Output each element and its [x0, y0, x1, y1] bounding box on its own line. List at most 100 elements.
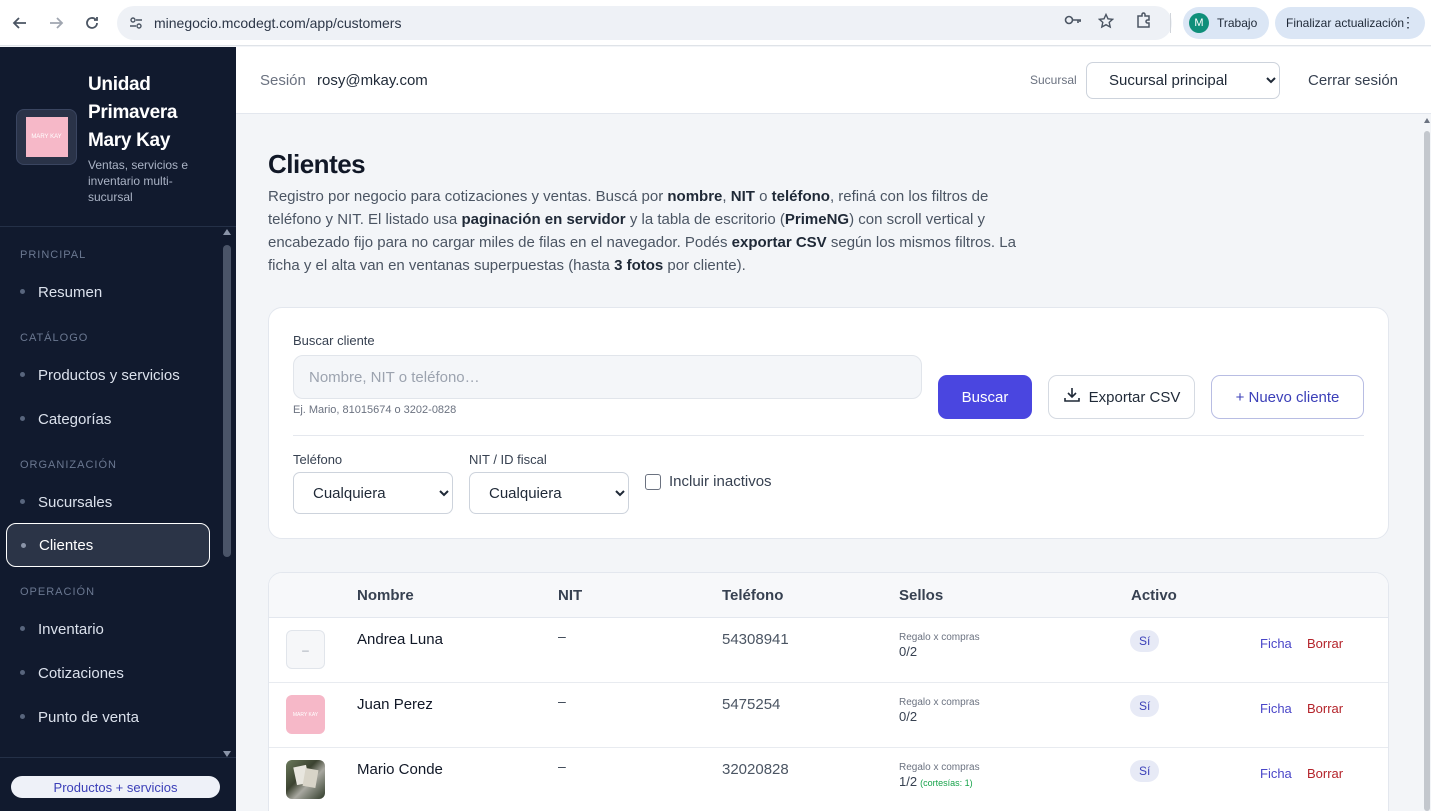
desc-text: , [722, 188, 731, 205]
page-title: Clientes [268, 149, 366, 179]
profile-button[interactable]: M Trabajo [1183, 7, 1270, 39]
photo-detail [302, 768, 319, 788]
sidebar-item-sucursales[interactable]: Sucursales [6, 480, 210, 524]
session-label: Sesión [260, 72, 306, 89]
divider [293, 435, 1364, 436]
export-label: Exportar CSV [1088, 388, 1181, 406]
search-label: Buscar cliente [293, 333, 375, 348]
bullet-icon [20, 499, 25, 504]
address-bar[interactable]: minegocio.mcodegt.com/app/customers [117, 6, 1172, 40]
sidebar-item-clientes[interactable]: Clientes [6, 523, 210, 567]
branch-select[interactable]: Sucursal principal [1086, 62, 1280, 99]
sidebar-item-inventario[interactable]: Inventario [6, 607, 210, 651]
new-customer-button[interactable]: + Nuevo cliente [1211, 375, 1364, 419]
scroll-up-icon[interactable] [223, 229, 231, 235]
search-input[interactable] [293, 355, 922, 399]
export-csv-button[interactable]: Exportar CSV [1048, 375, 1195, 419]
section-operacion: OPERACIÓN [20, 586, 96, 598]
customer-nit: – [558, 693, 566, 709]
view-link[interactable]: Ficha [1260, 766, 1292, 781]
filter-card: Buscar cliente Ej. Mario, 81015674 o 320… [268, 307, 1389, 539]
column-header[interactable]: Teléfono [722, 587, 783, 604]
logout-link[interactable]: Cerrar sesión [1308, 72, 1398, 89]
include-inactive-checkbox[interactable] [645, 473, 661, 490]
active-badge: Sí [1130, 760, 1160, 782]
star-icon[interactable] [1097, 12, 1115, 34]
sidebar-item-resumen[interactable]: Resumen [6, 270, 210, 314]
url-text[interactable]: minegocio.mcodegt.com/app/customers [154, 15, 401, 31]
desc-bold: nombre [667, 188, 723, 205]
search-button[interactable]: Buscar [938, 375, 1032, 419]
more-vert-icon[interactable]: ⋮ [1401, 14, 1415, 31]
brand-logo: MARY KAY [16, 109, 77, 165]
page-scrollbar[interactable] [1423, 115, 1431, 811]
branch-label: Sucursal [1030, 73, 1077, 87]
view-link[interactable]: Ficha [1260, 636, 1292, 651]
sidebar-item-label: Sucursales [38, 493, 113, 511]
update-button[interactable]: Finalizar actualización ⋮ [1275, 7, 1425, 39]
stamps-count: 0/2 [899, 644, 918, 659]
table-row[interactable]: Mario Conde – 32020828 Regalo x compras … [269, 748, 1388, 811]
desc-text: y la tabla de escritorio ( [625, 211, 785, 228]
scroll-up-icon[interactable] [1424, 118, 1430, 123]
sidebar: MARY KAY Unidad Primavera Mary Kay Venta… [0, 47, 236, 811]
brand-block: MARY KAY Unidad Primavera Mary Kay Venta… [0, 47, 236, 227]
sidebar-item-categorias[interactable]: Categorías [6, 397, 210, 441]
delete-link[interactable]: Borrar [1307, 701, 1343, 716]
column-header[interactable]: NIT [558, 587, 582, 604]
toolbar-divider [1170, 13, 1171, 33]
customer-photo-placeholder: – [286, 630, 325, 669]
desc-bold: 3 fotos [614, 257, 664, 274]
include-inactive-toggle[interactable]: Incluir inactivos [645, 473, 772, 490]
scrollbar-thumb[interactable] [223, 245, 231, 557]
table-row[interactable]: – Andrea Luna – 54308941 Regalo x compra… [269, 618, 1388, 683]
include-inactive-label: Incluir inactivos [669, 473, 772, 490]
sidebar-item-productos[interactable]: Productos y servicios [6, 353, 210, 397]
bullet-icon [20, 714, 25, 719]
section-catalogo: CATÁLOGO [20, 332, 89, 344]
sidebar-item-label: Clientes [39, 536, 94, 554]
desc-text: o [754, 188, 772, 205]
customer-nit: – [558, 628, 566, 644]
sidebar-item-label: Resumen [38, 283, 103, 301]
download-icon [1063, 386, 1081, 408]
sidebar-item-cotizaciones[interactable]: Cotizaciones [6, 651, 210, 695]
scrollbar-thumb[interactable] [1424, 131, 1430, 811]
phone-filter-select[interactable]: Cualquiera [293, 472, 453, 514]
desc-bold: PrimeNG [784, 211, 850, 228]
arrow-right-icon[interactable] [38, 5, 74, 41]
bullet-icon [20, 670, 25, 675]
reload-icon[interactable] [74, 5, 110, 41]
sidebar-item-label: Cotizaciones [38, 664, 124, 682]
bullet-icon [20, 416, 25, 421]
table-header: Nombre NIT Teléfono Sellos Activo [269, 573, 1388, 618]
sidebar-footer: Productos + servicios [0, 757, 236, 811]
column-header[interactable]: Activo [1131, 587, 1177, 604]
column-header[interactable]: Sellos [899, 587, 943, 604]
bullet-icon [20, 289, 25, 294]
column-header[interactable]: Nombre [357, 587, 414, 604]
stamps-count: 0/2 [899, 709, 918, 724]
section-principal: PRINCIPAL [20, 249, 87, 261]
key-icon[interactable] [1064, 13, 1082, 34]
sidebar-item-punto-de-venta[interactable]: Punto de venta [6, 695, 210, 739]
stamps-value: 0/2 [899, 644, 917, 659]
avatar: M [1189, 13, 1209, 33]
nit-filter-label: NIT / ID fiscal [469, 452, 547, 467]
delete-link[interactable]: Borrar [1307, 766, 1343, 781]
customer-name: Mario Conde [357, 761, 443, 778]
sidebar-item-label: Punto de venta [38, 708, 139, 726]
puzzle-icon[interactable] [1135, 11, 1153, 34]
nit-filter-select[interactable]: Cualquiera [469, 472, 629, 514]
tune-icon[interactable] [127, 14, 145, 32]
bullet-icon [20, 626, 25, 631]
customer-phone: 32020828 [722, 761, 789, 778]
view-link[interactable]: Ficha [1260, 701, 1292, 716]
table-row[interactable]: MARY KAY Juan Perez – 5475254 Regalo x c… [269, 683, 1388, 748]
sidebar-scrollbar[interactable] [223, 229, 231, 757]
customers-table: Nombre NIT Teléfono Sellos Activo – Andr… [268, 572, 1389, 811]
arrow-left-icon[interactable] [2, 5, 38, 41]
delete-link[interactable]: Borrar [1307, 636, 1343, 651]
phone-filter-label: Teléfono [293, 452, 343, 467]
main-content: Clientes Registro por negocio para cotiz… [236, 115, 1423, 811]
